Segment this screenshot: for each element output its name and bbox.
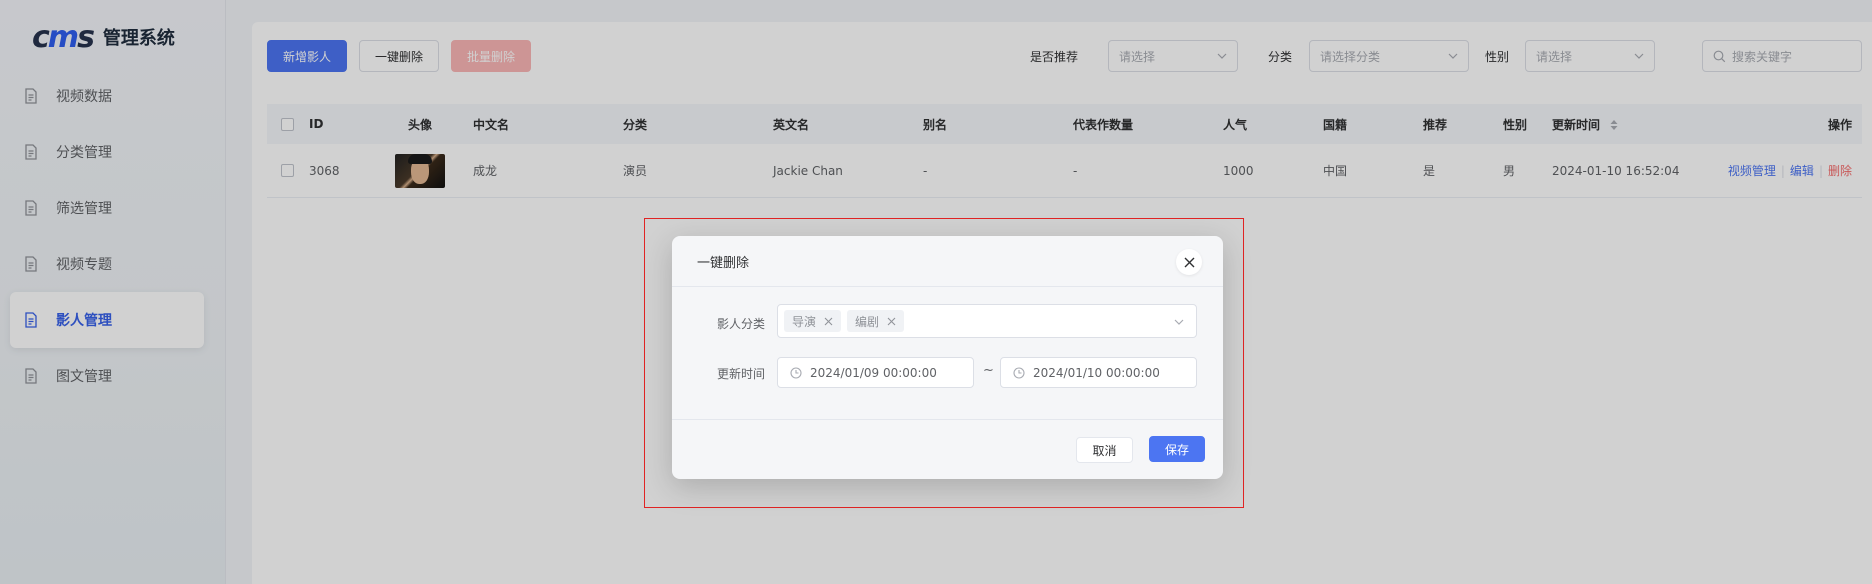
category-field-label: 影人分类 bbox=[716, 317, 765, 331]
dialog-title: 一键删除 bbox=[697, 255, 750, 271]
tag-screenwriter: 编剧 bbox=[847, 310, 905, 332]
save-button[interactable]: 保存 bbox=[1149, 436, 1205, 462]
range-separator: ~ bbox=[983, 363, 994, 378]
chevron-down-icon bbox=[1174, 319, 1184, 325]
tag-close-icon[interactable] bbox=[824, 317, 833, 326]
dialog-footer: 取消 保存 bbox=[672, 419, 1223, 479]
tag-label: 编剧 bbox=[855, 314, 880, 329]
one-click-delete-dialog: 一键删除 影人分类 导演 编剧 更新时间 2024/01/09 00:00:00… bbox=[672, 236, 1223, 479]
dialog-header: 一键删除 bbox=[672, 236, 1223, 287]
clock-icon bbox=[790, 366, 802, 379]
tag-director: 导演 bbox=[784, 310, 842, 332]
tag-close-icon[interactable] bbox=[887, 317, 896, 326]
close-button[interactable] bbox=[1176, 249, 1202, 275]
category-multiselect[interactable]: 导演 编剧 bbox=[777, 304, 1197, 338]
close-icon bbox=[1184, 257, 1194, 267]
cancel-button[interactable]: 取消 bbox=[1076, 437, 1133, 463]
start-time-value: 2024/01/09 00:00:00 bbox=[810, 365, 937, 380]
tag-label: 导演 bbox=[792, 314, 817, 329]
clock-icon bbox=[1013, 366, 1025, 379]
end-time-picker[interactable]: 2024/01/10 00:00:00 bbox=[1000, 357, 1197, 388]
time-field-label: 更新时间 bbox=[716, 367, 765, 381]
start-time-picker[interactable]: 2024/01/09 00:00:00 bbox=[777, 357, 974, 388]
end-time-value: 2024/01/10 00:00:00 bbox=[1033, 365, 1160, 380]
